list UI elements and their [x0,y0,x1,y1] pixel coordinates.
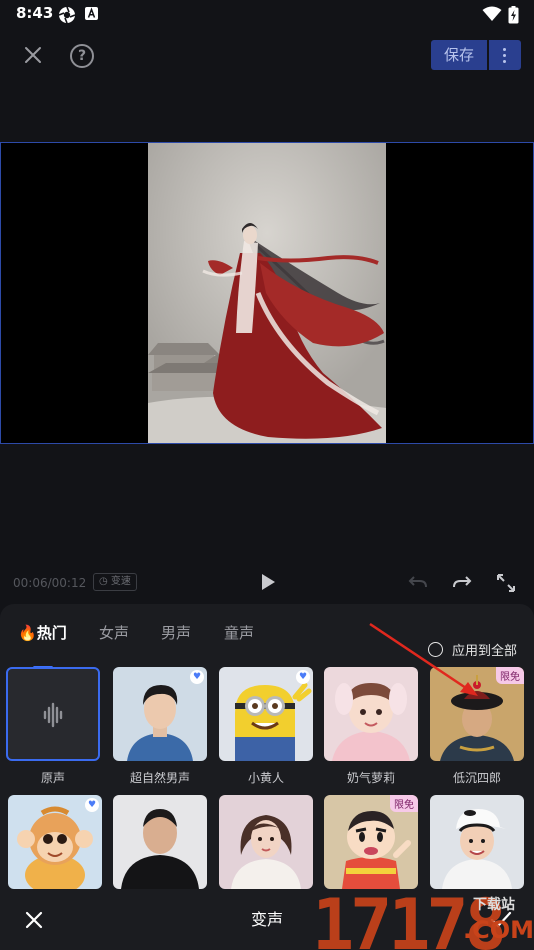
speed-badge[interactable]: ◷ 变速 [93,573,137,591]
fullscreen-icon[interactable] [496,573,516,593]
voice-thumb: ♥ [113,667,207,761]
voice-thumb [219,795,313,889]
favorite-badge: ♥ [190,670,204,684]
watermark-domain: .COM [463,916,534,944]
tab-male[interactable]: 男声 [161,622,191,643]
help-icon[interactable]: ? [70,44,94,68]
voice-label: 超自然男声 [129,771,190,785]
voice-thumb: ♥ [219,667,313,761]
save-button[interactable]: 保存 [431,40,487,70]
heart-icon: ♥ [87,800,97,810]
voice-label: 奶气萝莉 [346,771,395,785]
woman-portrait-image [219,795,313,889]
playback-controls: 00:06/00:12 ◷ 变速 [0,566,534,600]
undo-icon[interactable] [408,573,428,591]
voice-label: 低沉四郎 [452,771,501,785]
man-portrait-image [113,795,207,889]
battery-icon [508,6,519,24]
voice-thumb [113,795,207,889]
tab-female[interactable]: 女声 [99,622,129,643]
waveform-icon [43,702,63,728]
video-frame-image [148,143,386,443]
heart-icon: ♥ [192,672,202,682]
tab-child[interactable]: 童声 [224,622,254,643]
limited-free-badge: 限免 [390,795,418,812]
playback-time: 00:06/00:12 [13,576,87,590]
boy-portrait-image [430,795,524,889]
status-time: 8:43 [16,4,54,22]
annotation-arrow-icon [369,622,478,696]
voice-label: 小黄人 [247,771,284,785]
limited-free-badge: 限免 [496,667,524,684]
app-notification-icon [85,7,98,20]
voice-thumb: ♥ [8,795,102,889]
voice-thumb [430,795,524,889]
aperture-icon [58,6,76,24]
favorite-badge: ♥ [296,670,310,684]
close-icon[interactable] [22,44,44,66]
heart-icon: ♥ [298,672,308,682]
editor-toolbar: ? 保存 [0,36,534,76]
fire-icon: 🔥 [18,624,37,642]
video-preview[interactable] [0,142,534,444]
wifi-icon [482,6,502,21]
tab-hot[interactable]: 🔥热门 [18,622,67,643]
redo-icon[interactable] [452,573,472,591]
voice-thumb: 限免 [324,795,418,889]
speed-label: 变速 [110,576,131,587]
voice-thumb [6,667,100,761]
tab-hot-label: 热门 [36,624,67,642]
watermark-site-label: 下载站 [473,897,515,913]
favorite-badge: ♥ [85,798,99,812]
more-options-button[interactable] [489,40,521,70]
speed-icon: ◷ [99,576,111,587]
voice-label: 原声 [40,771,65,785]
status-bar: 8:43 [0,0,534,28]
play-icon[interactable] [260,573,276,591]
